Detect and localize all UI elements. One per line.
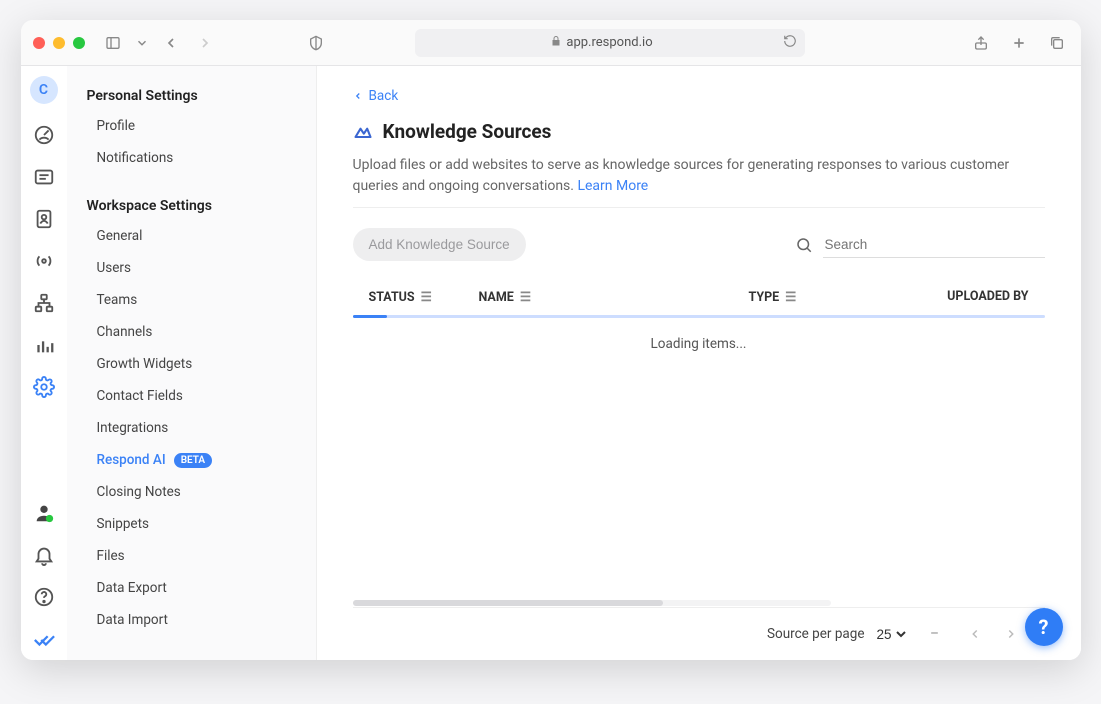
- page-description: Upload files or add websites to serve as…: [353, 155, 1033, 197]
- main-content: Back Knowledge Sources Upload files or a…: [317, 66, 1081, 660]
- user-presence-icon[interactable]: [33, 502, 55, 524]
- nav-item-label: Data Import: [97, 612, 168, 628]
- nav-item-label: Files: [97, 548, 125, 564]
- knowledge-sources-icon: [353, 122, 373, 142]
- nav-item-label: Snippets: [97, 516, 149, 532]
- nav-item-integrations[interactable]: Integrations: [67, 412, 316, 444]
- sidebar-toggle-icon[interactable]: [101, 31, 125, 55]
- nav-item-label: Respond AI: [97, 452, 166, 468]
- nav-item-respond-ai[interactable]: Respond AI BETA: [67, 444, 316, 476]
- workflows-icon[interactable]: [33, 292, 55, 314]
- nav-item-users[interactable]: Users: [67, 252, 316, 284]
- nav-item-channels[interactable]: Channels: [67, 316, 316, 348]
- nav-item-label: Channels: [97, 324, 153, 340]
- nav-item-notifications[interactable]: Notifications: [67, 142, 316, 174]
- sort-icon[interactable]: ☰: [785, 289, 796, 305]
- maximize-window-icon[interactable]: [73, 37, 85, 49]
- per-page-select[interactable]: 25: [873, 626, 909, 643]
- nav-item-label: Users: [97, 260, 131, 276]
- tabs-overview-icon[interactable]: [1045, 31, 1069, 55]
- shield-icon[interactable]: [304, 31, 328, 55]
- back-icon[interactable]: [159, 31, 183, 55]
- horizontal-scrollbar[interactable]: [353, 600, 831, 606]
- inbox-icon[interactable]: [33, 166, 55, 188]
- nav-item-label: Profile: [97, 118, 136, 134]
- help-fab-button[interactable]: ?: [1025, 608, 1063, 646]
- contacts-icon[interactable]: [33, 208, 55, 230]
- next-page-button[interactable]: [997, 620, 1025, 648]
- nav-item-label: Teams: [97, 292, 138, 308]
- col-uploaded-label: UPLOADED BY: [947, 289, 1028, 304]
- double-check-icon[interactable]: [33, 628, 55, 650]
- refresh-icon[interactable]: [783, 34, 797, 52]
- search-input[interactable]: [823, 232, 1045, 258]
- nav-item-growth-widgets[interactable]: Growth Widgets: [67, 348, 316, 380]
- nav-item-snippets[interactable]: Snippets: [67, 508, 316, 540]
- broadcast-icon[interactable]: [33, 250, 55, 272]
- window-controls: [33, 37, 85, 49]
- nav-item-label: General: [97, 228, 143, 244]
- loading-progress-bar: [353, 315, 1045, 318]
- nav-item-teams[interactable]: Teams: [67, 284, 316, 316]
- nav-header-workspace: Workspace Settings: [67, 192, 316, 220]
- lock-icon: [550, 35, 562, 51]
- back-label: Back: [369, 88, 399, 104]
- avatar-letter: C: [39, 82, 48, 98]
- dashboard-icon[interactable]: [33, 124, 55, 146]
- share-icon[interactable]: [969, 31, 993, 55]
- search-icon: [795, 236, 813, 254]
- col-status-label: STATUS: [369, 290, 415, 305]
- per-page-label: Source per page: [767, 626, 865, 642]
- divider: [353, 207, 1045, 208]
- loading-text: Loading items...: [353, 318, 1045, 370]
- table-header: STATUS ☰ NAME ☰ TYPE ☰ UPLOADED BY: [353, 281, 1045, 313]
- sort-icon[interactable]: ☰: [421, 289, 432, 305]
- nav-item-label: Growth Widgets: [97, 356, 193, 372]
- beta-badge: BETA: [174, 453, 212, 468]
- settings-icon[interactable]: [33, 376, 55, 398]
- browser-chrome: app.respond.io: [21, 20, 1081, 66]
- col-type-label: TYPE: [749, 290, 780, 305]
- nav-item-label: Integrations: [97, 420, 169, 436]
- back-button[interactable]: Back: [353, 88, 1045, 104]
- url-text: app.respond.io: [566, 35, 652, 50]
- col-name-label: NAME: [479, 290, 514, 305]
- nav-item-data-import[interactable]: Data Import: [67, 604, 316, 636]
- nav-item-general[interactable]: General: [67, 220, 316, 252]
- nav-item-closing-notes[interactable]: Closing Notes: [67, 476, 316, 508]
- chevron-left-icon: [353, 91, 363, 101]
- nav-item-contact-fields[interactable]: Contact Fields: [67, 380, 316, 412]
- reports-icon[interactable]: [33, 334, 55, 356]
- prev-page-button[interactable]: [961, 620, 989, 648]
- learn-more-link[interactable]: Learn More: [577, 178, 648, 194]
- nav-item-files[interactable]: Files: [67, 540, 316, 572]
- avatar[interactable]: C: [30, 76, 58, 104]
- notification-bell-icon[interactable]: [33, 544, 55, 566]
- help-circle-icon[interactable]: [33, 586, 55, 608]
- nav-item-profile[interactable]: Profile: [67, 110, 316, 142]
- nav-header-personal: Personal Settings: [67, 82, 316, 110]
- nav-item-label: Data Export: [97, 580, 167, 596]
- nav-item-label: Notifications: [97, 150, 174, 166]
- chevron-down-icon[interactable]: [135, 31, 149, 55]
- new-tab-icon[interactable]: [1007, 31, 1031, 55]
- icon-rail: C: [21, 66, 67, 660]
- page-range: –: [925, 626, 945, 642]
- description-text: Upload files or add websites to serve as…: [353, 157, 1010, 194]
- nav-item-label: Contact Fields: [97, 388, 183, 404]
- forward-icon[interactable]: [193, 31, 217, 55]
- nav-item-label: Closing Notes: [97, 484, 181, 500]
- table-footer: Source per page 25 –: [353, 607, 1045, 660]
- address-bar[interactable]: app.respond.io: [415, 29, 805, 57]
- nav-item-data-export[interactable]: Data Export: [67, 572, 316, 604]
- settings-nav: Personal Settings Profile Notifications …: [67, 66, 317, 660]
- sort-icon[interactable]: ☰: [520, 289, 531, 305]
- add-knowledge-source-button[interactable]: Add Knowledge Source: [353, 228, 526, 261]
- close-window-icon[interactable]: [33, 37, 45, 49]
- minimize-window-icon[interactable]: [53, 37, 65, 49]
- page-title: Knowledge Sources: [383, 120, 552, 143]
- help-fab-label: ?: [1039, 615, 1049, 639]
